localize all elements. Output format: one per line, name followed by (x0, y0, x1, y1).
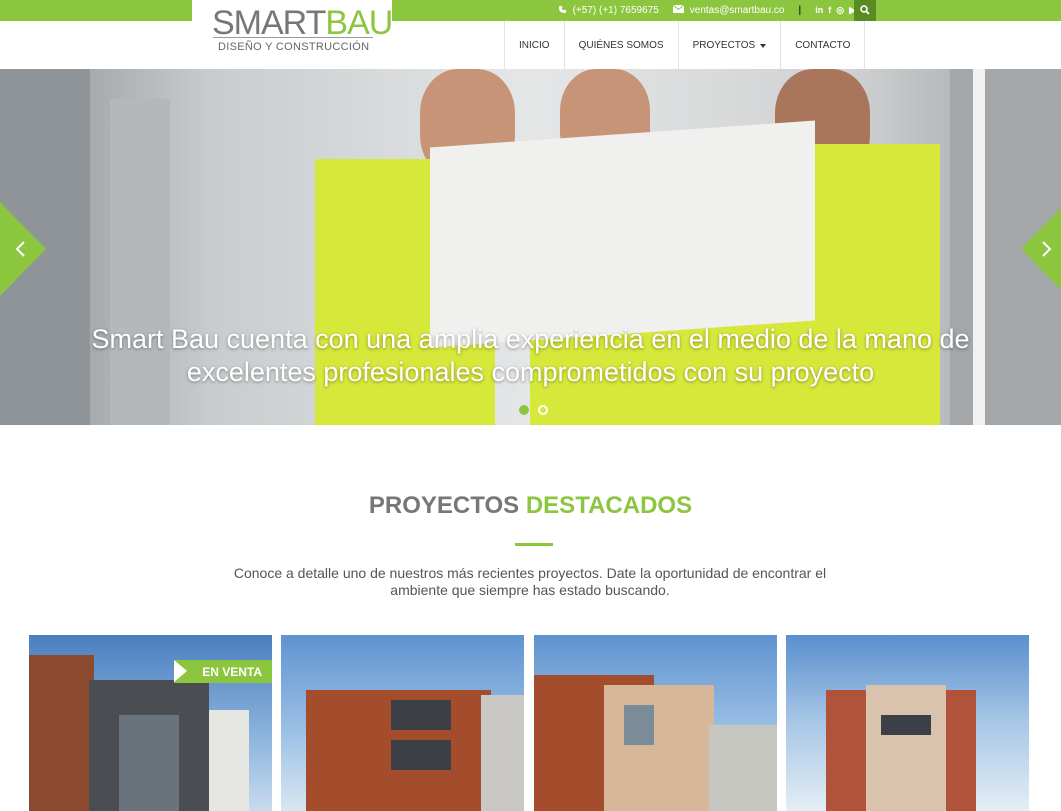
nav-label: CONTACTO (795, 39, 851, 51)
card-building (209, 710, 249, 811)
top-bar: (+57) (+1) 7659675 ventas@smartbau.co | … (0, 0, 1061, 21)
envelope-icon (672, 4, 685, 16)
intro-line: Conoce a detalle uno de nuestros más rec… (233, 565, 827, 581)
card-window (391, 740, 451, 770)
slider-dots (519, 405, 548, 415)
card-building (481, 695, 524, 811)
project-card[interactable] (786, 635, 1029, 811)
hero-caption: Smart Bau cuenta con una amplia experien… (0, 323, 1061, 389)
search-icon (860, 2, 870, 20)
nav-item-quienes-somos[interactable]: QUIÉNES SOMOS (565, 21, 679, 69)
card-window (881, 715, 931, 735)
section-title: PROYECTOS DESTACADOS (0, 492, 1061, 520)
card-building (29, 655, 94, 811)
section-intro: Conoce a detalle uno de nuestros más rec… (230, 565, 830, 599)
nav-item-contacto[interactable]: CONTACTO (781, 21, 866, 69)
instagram-icon[interactable]: ◎ (836, 5, 844, 16)
card-building (866, 685, 946, 811)
logo-divider (213, 37, 373, 38)
section-title-part1: PROYECTOS (368, 492, 520, 519)
slider-dot[interactable] (519, 405, 529, 415)
phone-number[interactable]: (+57) (+1) 7659675 (573, 5, 659, 16)
project-card[interactable]: EN VENTA (29, 635, 272, 811)
card-window (624, 705, 654, 745)
nav-item-inicio[interactable]: INICIO (505, 21, 565, 69)
title-divider (515, 543, 553, 546)
slider-dot[interactable] (538, 405, 548, 415)
hero-blueprint (430, 120, 815, 348)
nav-label: PROYECTOS (692, 39, 756, 51)
separator: | (798, 5, 802, 16)
logo-subtitle: DISEÑO Y CONSTRUCCIÓN (218, 41, 370, 53)
intro-line: ambiente que siempre has estado buscando… (390, 582, 670, 598)
hero-caption-line: Smart Bau cuenta con una amplia experien… (91, 324, 970, 354)
contact-info: (+57) (+1) 7659675 ventas@smartbau.co | … (558, 0, 856, 21)
section-title-part2: DESTACADOS (525, 492, 693, 519)
hero-caption-line: excelentes profesionales comprometidos c… (186, 357, 875, 387)
search-button[interactable] (854, 0, 876, 21)
nav-item-proyectos[interactable]: PROYECTOS (679, 21, 782, 69)
card-building (709, 725, 777, 811)
caret-down-icon (760, 40, 767, 51)
card-building (604, 685, 714, 811)
social-links: in f ◎ ▶ (815, 5, 856, 16)
project-card[interactable] (281, 635, 524, 811)
main-nav: INICIO QUIÉNES SOMOS PROYECTOS CONTACTO (504, 21, 866, 69)
project-card[interactable] (534, 635, 777, 811)
nav-label: QUIÉNES SOMOS (578, 39, 664, 51)
slider-prev-button[interactable] (0, 202, 46, 296)
nav-label: INICIO (519, 39, 550, 51)
card-window (391, 700, 451, 730)
site-logo[interactable]: SMARTBAU DISEÑO Y CONSTRUCCIÓN (192, 0, 393, 69)
card-window (119, 715, 179, 811)
facebook-icon[interactable]: f (828, 5, 831, 16)
hero-slider: Smart Bau cuenta con una amplia experien… (0, 69, 1061, 425)
email-link[interactable]: ventas@smartbau.co (690, 5, 785, 16)
linkedin-icon[interactable]: in (815, 5, 823, 16)
slider-next-button[interactable] (1021, 202, 1061, 296)
phone-icon (558, 5, 567, 17)
project-cards: EN VENTA (29, 635, 1029, 811)
status-badge: EN VENTA (174, 660, 272, 683)
